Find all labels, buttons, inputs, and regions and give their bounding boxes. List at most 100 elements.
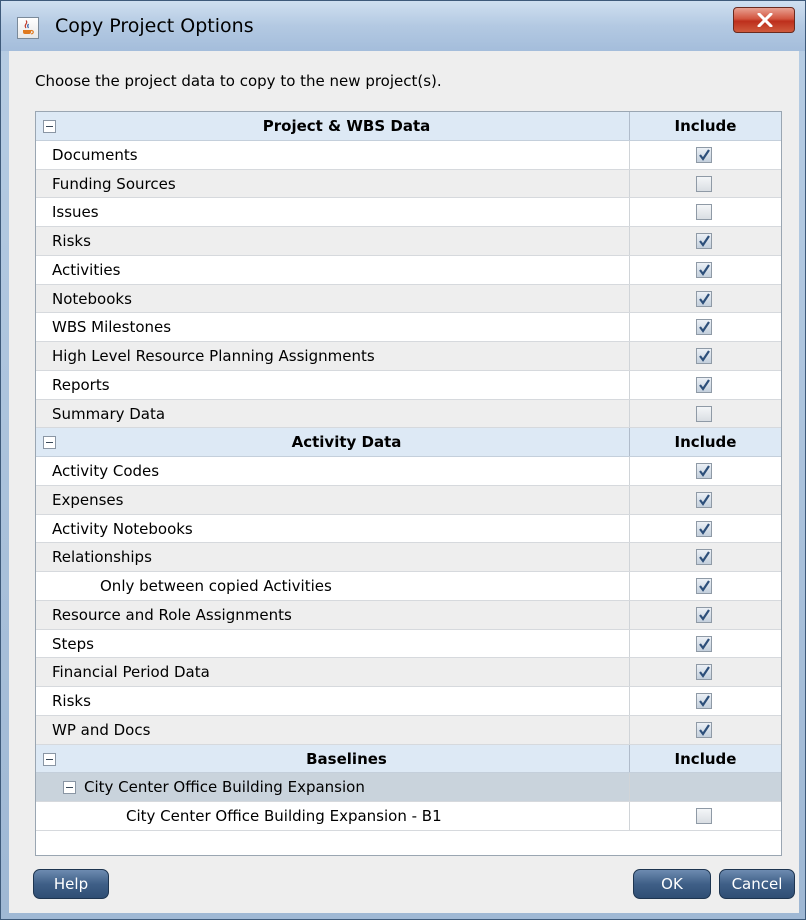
title-bar[interactable]: Copy Project Options [1, 1, 805, 51]
group-label: City Center Office Building Expansion [84, 778, 365, 797]
section-header-project-wbs: Project & WBS Data Include [36, 112, 781, 141]
option-label: Risks [52, 692, 91, 710]
option-row: High Level Resource Planning Assignments [36, 342, 781, 371]
section-title: Project & WBS Data [262, 117, 431, 135]
dialog-window: Copy Project Options Choose the project … [0, 0, 806, 920]
option-label: Relationships [52, 548, 152, 567]
include-checkbox[interactable] [696, 635, 712, 652]
instructions-text: Choose the project data to copy to the n… [35, 72, 442, 90]
option-row: Activity Notebooks [36, 514, 781, 544]
include-checkbox[interactable] [696, 348, 712, 364]
option-label: High Level Resource Planning Assignments [52, 347, 375, 365]
include-checkbox[interactable] [696, 520, 712, 537]
checkmark-icon [699, 580, 710, 592]
option-row: WBS Milestones [36, 313, 781, 342]
collapse-icon[interactable] [43, 436, 56, 450]
dialog-body: Choose the project data to copy to the n… [9, 51, 799, 913]
include-checkbox[interactable] [696, 290, 712, 307]
checkmark-icon [699, 494, 710, 506]
option-row: Risks [36, 687, 781, 716]
option-row: Documents [36, 140, 781, 170]
option-label: Risks [52, 232, 91, 250]
include-checkbox[interactable] [696, 549, 712, 566]
checkmark-icon [699, 321, 710, 334]
option-label: Issues [52, 203, 99, 222]
option-row: City Center Office Building Expansion - … [36, 802, 781, 831]
checkmark-icon [699, 235, 710, 247]
include-checkbox[interactable] [696, 146, 712, 163]
option-row: Risks [36, 227, 781, 256]
include-checkbox[interactable] [696, 261, 712, 278]
options-grid: Project & WBS Data Include Documents Fun… [35, 111, 782, 856]
checkmark-icon [699, 292, 710, 305]
option-row: Expenses [36, 485, 781, 515]
baseline-project-group[interactable]: City Center Office Building Expansion [36, 773, 781, 802]
include-checkbox[interactable] [696, 664, 712, 681]
option-label: Steps [52, 634, 94, 653]
checkmark-icon [699, 637, 710, 650]
include-checkbox[interactable] [696, 233, 712, 249]
include-checkbox[interactable] [696, 808, 712, 824]
java-cup-icon [17, 17, 39, 39]
include-checkbox[interactable] [696, 606, 712, 623]
option-row: Activities [36, 255, 781, 285]
cancel-button[interactable]: Cancel [719, 869, 795, 899]
option-label: Summary Data [52, 404, 166, 423]
help-button[interactable]: Help [33, 869, 109, 899]
option-label: Activities [52, 260, 121, 279]
include-column-header: Include [674, 433, 737, 452]
option-label: Resource and Role Assignments [52, 605, 292, 624]
checkmark-icon [699, 609, 710, 621]
option-label: Expenses [52, 490, 124, 509]
option-label: WBS Milestones [52, 318, 172, 337]
option-label: Notebooks [52, 289, 132, 308]
include-column-header: Include [674, 117, 737, 135]
include-checkbox[interactable] [696, 376, 712, 393]
checkmark-icon [699, 522, 710, 535]
checkmark-icon [699, 379, 710, 391]
option-row: Financial Period Data [36, 658, 781, 687]
include-checkbox[interactable] [696, 578, 712, 594]
option-row: WP and Docs [36, 715, 781, 745]
checkmark-icon [699, 724, 710, 736]
option-row: Relationships [36, 543, 781, 572]
option-label: Funding Sources [52, 174, 176, 193]
checkmark-icon [699, 149, 710, 161]
checkmark-icon [699, 465, 710, 477]
include-checkbox[interactable] [696, 721, 712, 738]
include-checkbox[interactable] [696, 463, 712, 479]
option-label: Activity Codes [52, 462, 160, 480]
include-checkbox[interactable] [696, 175, 712, 192]
option-row: Only between copied Activities [36, 572, 781, 601]
checkmark-icon [699, 695, 710, 707]
option-label: Only between copied Activities [100, 577, 332, 595]
include-checkbox[interactable] [696, 204, 712, 221]
option-row: Summary Data [36, 399, 781, 429]
include-checkbox[interactable] [696, 491, 712, 508]
checkmark-icon [699, 264, 710, 276]
option-label: Reports [52, 375, 110, 394]
checkmark-icon [699, 666, 710, 679]
include-column-header: Include [674, 749, 737, 768]
option-label: WP and Docs [52, 720, 151, 739]
option-label: Activity Notebooks [52, 519, 193, 538]
close-button[interactable] [733, 7, 795, 33]
ok-button[interactable]: OK [633, 869, 711, 899]
section-title: Baselines [306, 749, 387, 768]
baseline-label: City Center Office Building Expansion - … [126, 807, 442, 825]
include-checkbox[interactable] [696, 319, 712, 336]
include-checkbox[interactable] [696, 405, 712, 422]
option-row: Resource and Role Assignments [36, 600, 781, 630]
option-label: Financial Period Data [52, 663, 210, 682]
collapse-icon[interactable] [43, 752, 56, 766]
option-row: Funding Sources [36, 169, 781, 199]
option-row: Issues [36, 198, 781, 227]
section-header-activity-data: Activity Data Include [36, 428, 781, 457]
collapse-icon[interactable] [43, 120, 56, 133]
collapse-icon[interactable] [63, 781, 76, 795]
checkmark-icon [699, 551, 710, 564]
window-title: Copy Project Options [55, 15, 254, 37]
option-row: Steps [36, 629, 781, 659]
include-checkbox[interactable] [696, 693, 712, 709]
option-row: Reports [36, 370, 781, 400]
